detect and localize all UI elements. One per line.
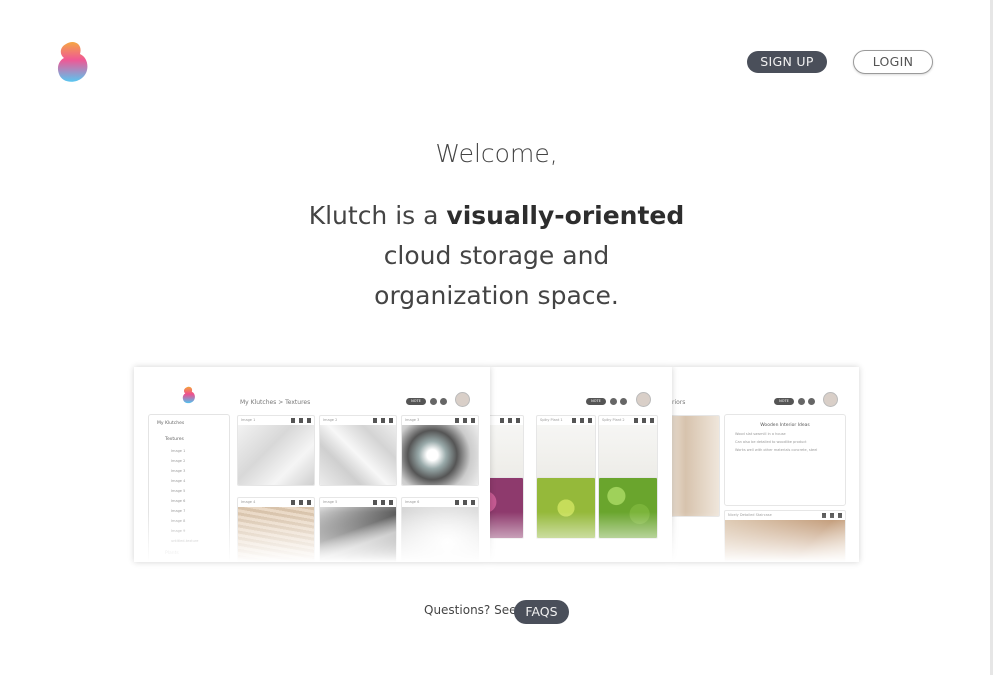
card-actions-icon xyxy=(373,500,393,505)
tagline-line-3: organization space. xyxy=(374,281,619,310)
sidebar-item: Image 6 xyxy=(171,499,186,503)
tagline-emphasis: visually-oriented xyxy=(446,201,685,230)
card-actions-icon xyxy=(634,418,654,423)
plant-card xyxy=(490,415,524,486)
note-title: Wooden Interior Ideas xyxy=(760,423,810,428)
sidebar-item: Image 2 xyxy=(171,459,186,463)
note-line: Wood slat sawmill in a house xyxy=(735,432,786,436)
note-badge: NOTE xyxy=(774,398,794,405)
card-actions-icon xyxy=(291,500,311,505)
sign-up-button[interactable]: SIGN UP xyxy=(747,51,827,73)
drop-icon xyxy=(610,398,617,405)
drop-icon xyxy=(430,398,437,405)
sidebar-item: Image 4 xyxy=(171,479,186,483)
sidebar-item: Image 5 xyxy=(171,489,186,493)
faqs-button[interactable]: FAQS xyxy=(514,600,569,624)
preview-breadcrumb-interiors: riors xyxy=(672,399,686,406)
info-icon xyxy=(620,398,627,405)
interior-card xyxy=(672,415,720,517)
avatar xyxy=(455,392,470,407)
sidebar-folder: Textures xyxy=(165,437,184,442)
note-line: Can also be detailed to woodlike product xyxy=(735,440,807,444)
sidebar-title: My Klutches xyxy=(157,421,185,426)
plant-card: Spiky Plant 1 xyxy=(536,415,596,486)
card-actions-icon xyxy=(455,418,475,423)
note-line: Works well with other materials concrete… xyxy=(735,448,818,452)
preview-fade xyxy=(134,512,859,562)
klutch-logo-icon[interactable] xyxy=(56,40,90,84)
info-icon xyxy=(808,398,815,405)
tagline-prefix: Klutch is a xyxy=(308,201,447,230)
avatar xyxy=(823,392,838,407)
klutch-logo-mini-icon xyxy=(182,386,195,404)
texture-card: Image 3 xyxy=(401,415,479,486)
tagline-line-2: cloud storage and xyxy=(383,241,610,270)
note-card: Wooden Interior Ideas Wood slat sawmill … xyxy=(724,414,846,506)
sidebar-item: Image 3 xyxy=(171,469,186,473)
login-button[interactable]: LOGIN xyxy=(853,50,933,74)
texture-card: Image 2 xyxy=(319,415,397,486)
card-actions-icon xyxy=(500,418,520,423)
preview-breadcrumb: My Klutches > Textures xyxy=(240,399,311,406)
note-badge: NOTE xyxy=(586,398,606,405)
faq-question: Questions? See xyxy=(424,603,517,617)
texture-card: Image 1 xyxy=(237,415,315,486)
card-actions-icon xyxy=(572,418,592,423)
plant-card: Spiky Plant 2 xyxy=(598,415,658,486)
card-actions-icon xyxy=(373,418,393,423)
sidebar-item: Image 1 xyxy=(171,449,186,453)
note-badge: NOTE xyxy=(406,398,426,405)
drop-icon xyxy=(798,398,805,405)
welcome-heading: Welcome, xyxy=(435,139,558,168)
card-actions-icon xyxy=(291,418,311,423)
tagline: Klutch is a visually-oriented cloud stor… xyxy=(0,196,993,316)
avatar xyxy=(636,392,651,407)
card-actions-icon xyxy=(455,500,475,505)
app-preview: My Klutches > Textures NOTE My Klutches … xyxy=(134,367,859,562)
info-icon xyxy=(440,398,447,405)
